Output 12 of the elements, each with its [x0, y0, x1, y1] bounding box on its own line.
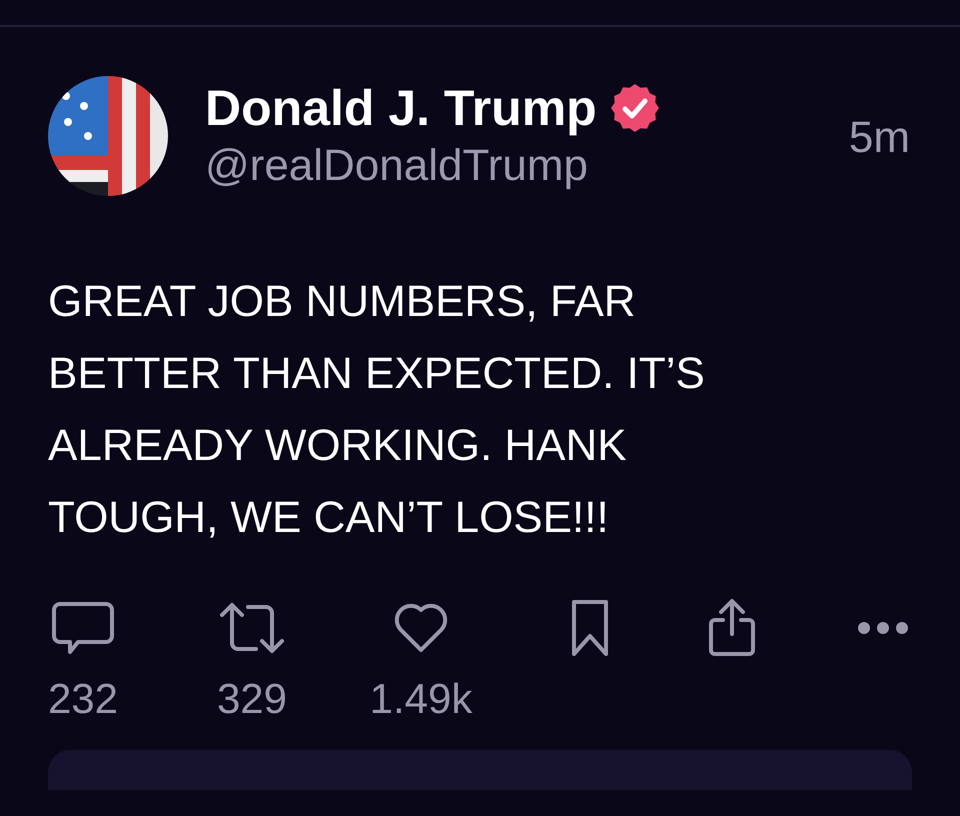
more-icon [857, 621, 909, 635]
reply-count: 232 [48, 678, 118, 720]
author-handle[interactable]: @realDonaldTrump [205, 144, 659, 188]
author-name[interactable]: Donald J. Trump [205, 83, 597, 133]
share-icon [707, 598, 757, 658]
post-text: GREAT JOB NUMBERS, FAR BETTER THAN EXPECTED. IT’S ALREADY WORKING. HANK TOUGH, WE CAN’T LOSE!!! [47, 276, 706, 544]
post-time: 5m [848, 116, 910, 160]
comment-icon [52, 600, 114, 656]
bookmark-icon [570, 598, 610, 658]
like-count: 1.49k [370, 678, 472, 720]
heart-icon [393, 602, 449, 654]
repost-count: 329 [216, 678, 288, 720]
